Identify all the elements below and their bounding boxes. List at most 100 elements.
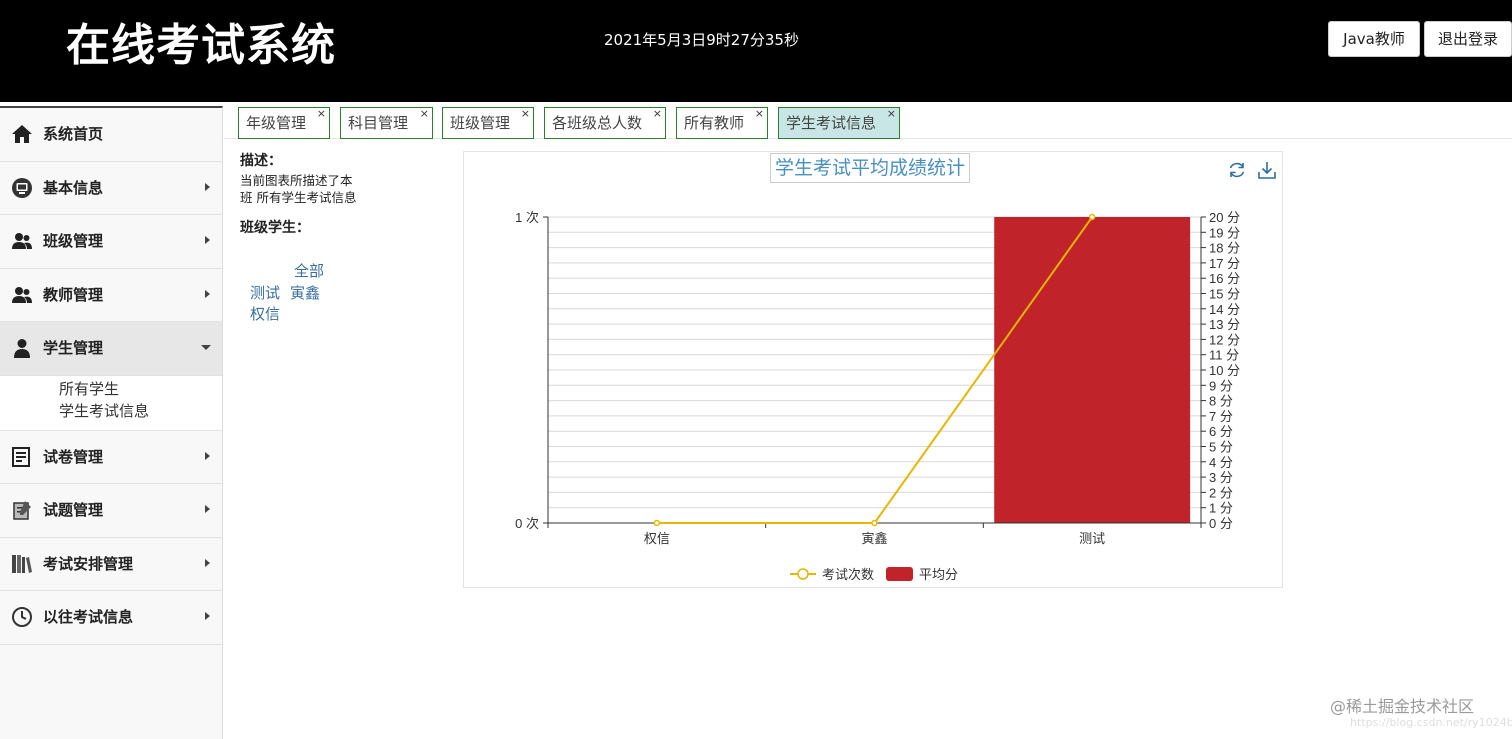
y-right-tick-label: 3 分 [1209,470,1233,485]
chevron-right-icon [205,612,210,620]
watermark-url: https://blog.csdn.net/ry1024byte [1350,716,1512,729]
chevron-right-icon [205,236,210,244]
watermark: @稀土掘金技术社区 [1330,697,1475,716]
user-button[interactable]: Java教师 [1328,21,1420,57]
sidebar-item-label: 考试安排管理 [43,554,134,573]
sidebar-item-teacher-management[interactable]: 教师管理 [0,269,222,322]
sidebar-item-home[interactable]: 系统首页 [0,108,222,162]
tab-label: 各班级总人数 [552,114,643,132]
sidebar-item-class-management[interactable]: 班级管理 [0,215,222,269]
info-panel: 描述： 当前图表所描述了本班 所有学生考试信息 班级学生： 全部 测试 寅鑫 权… [240,152,450,323]
y-right-tick-label: 20 分 [1209,210,1240,225]
y-right-tick-label: 19 分 [1209,225,1240,240]
y-right-tick-label: 7 分 [1209,409,1233,424]
legend-label: 平均分 [919,567,958,582]
submenu-all-students[interactable]: 所有学生 [59,378,222,400]
tab-label: 科目管理 [348,114,409,132]
clock-icon [12,607,32,627]
y-right-tick-label: 12 分 [1209,332,1240,347]
legend-line-marker [797,568,809,580]
tab-student-exam-info[interactable]: 学生考试信息 × [778,107,900,139]
legend-bar-swatch [886,567,913,581]
sidebar-item-student-management[interactable]: 学生管理 [0,322,222,376]
tab-label: 学生考试信息 [786,114,877,132]
close-icon[interactable]: × [887,99,896,129]
y-right-tick-label: 11 分 [1209,348,1239,363]
sidebar-item-question-management[interactable]: 试题管理 [0,484,222,538]
app-logo: 在线考试系统 [66,20,336,71]
y-right-tick-label: 5 分 [1209,440,1233,455]
chevron-right-icon [205,182,210,191]
sidebar-item-label: 学生管理 [43,339,104,357]
sidebar-item-label: 基本信息 [43,178,104,197]
y-right-tick-label: 17 分 [1209,256,1240,271]
x-tick-label: 权信 [644,531,670,546]
tab-class-totals[interactable]: 各班级总人数 × [544,107,666,139]
students-heading: 班级学生： [240,220,310,236]
description-heading: 描述： [240,153,282,169]
sidebar-item-past-exams[interactable]: 以往考试信息 [0,591,222,645]
monitor-icon [12,177,32,198]
tab-bar: 年级管理 × 科目管理 × 班级管理 × 各班级总人数 × 所有教师 × 学生考… [224,102,1512,139]
y-right-tick-label: 15 分 [1209,287,1240,302]
y-right-tick-label: 1 分 [1209,501,1233,516]
chevron-right-icon [205,451,210,460]
close-icon[interactable]: × [653,99,662,129]
student-link-all[interactable]: 全部 [294,261,324,281]
top-header: 在线考试系统 2021年5月3日9时27分35秒 Java教师 退出登录 [0,0,1512,102]
download-icon[interactable] [1257,160,1277,180]
chevron-down-icon [201,345,211,350]
tab-grade-management[interactable]: 年级管理 × [238,107,330,139]
close-icon[interactable]: × [317,99,326,129]
chevron-right-icon [205,558,210,567]
tab-label: 所有教师 [684,114,745,132]
student-link[interactable]: 测试 [250,283,280,303]
y-right-tick-label: 16 分 [1209,271,1240,286]
datetime-display: 2021年5月3日9时27分35秒 [604,31,799,49]
chart-container: 0 次 1 次 0 分1 分2 分3 分4 分5 分6 分7 分8 分9 分 10 分… [463,151,1283,588]
chart-bar [994,217,1191,523]
y-right-tick-label: 14 分 [1209,302,1240,317]
close-icon[interactable]: × [420,99,429,129]
refresh-icon[interactable] [1227,160,1247,180]
y-right-tick-label: 18 分 [1209,241,1240,256]
user-icon [14,339,30,358]
sidebar-item-label: 教师管理 [43,285,104,304]
y-right-tick-label: 9 分 [1209,378,1233,393]
chart-title: 学生考试平均成绩统计 [770,153,971,183]
student-submenu: 所有学生 学生考试信息 [0,375,222,431]
users-icon [12,233,32,249]
description-text: 当前图表所描述了本班 所有学生考试信息 [240,173,357,205]
x-tick-label: 测试 [1079,531,1105,546]
line-point [1088,213,1096,221]
tab-class-management[interactable]: 班级管理 × [442,107,534,139]
y-right-tick-label: 10 分 [1209,363,1240,378]
submenu-student-exam-info[interactable]: 学生考试信息 [59,400,222,422]
sidebar-item-label: 试题管理 [43,501,104,519]
x-tick-label: 寅鑫 [861,531,887,546]
tab-all-teachers[interactable]: 所有教师 × [676,107,768,139]
y-right-tick-label: 4 分 [1209,455,1233,470]
sidebar-item-basic-info[interactable]: 基本信息 [0,162,222,215]
tab-subject-management[interactable]: 科目管理 × [340,107,433,139]
chevron-right-icon [205,505,210,513]
sidebar-item-paper-management[interactable]: 试卷管理 [0,431,222,484]
sidebar-item-label: 系统首页 [43,125,104,143]
sidebar-item-label: 试卷管理 [43,447,104,466]
users-icon [12,286,32,303]
y-right-tick-label: 2 分 [1209,485,1233,500]
logout-button[interactable]: 退出登录 [1424,21,1512,57]
home-icon [12,125,32,143]
y-right-tick-label: 0 分 [1209,516,1233,531]
legend-label: 考试次数 [822,567,874,582]
close-icon[interactable]: × [755,99,764,129]
student-link[interactable]: 寅鑫 [290,283,320,303]
sidebar-item-exam-schedule[interactable]: 考试安排管理 [0,538,222,591]
books-icon [12,554,32,573]
y-right-tick-label: 8 分 [1209,394,1233,409]
sidebar-item-label: 以往考试信息 [43,608,134,626]
y-left-tick-label: 0 次 [515,516,539,531]
student-link[interactable]: 权信 [250,304,280,324]
y-right-tick-label: 13 分 [1209,317,1240,332]
close-icon[interactable]: × [521,99,530,129]
